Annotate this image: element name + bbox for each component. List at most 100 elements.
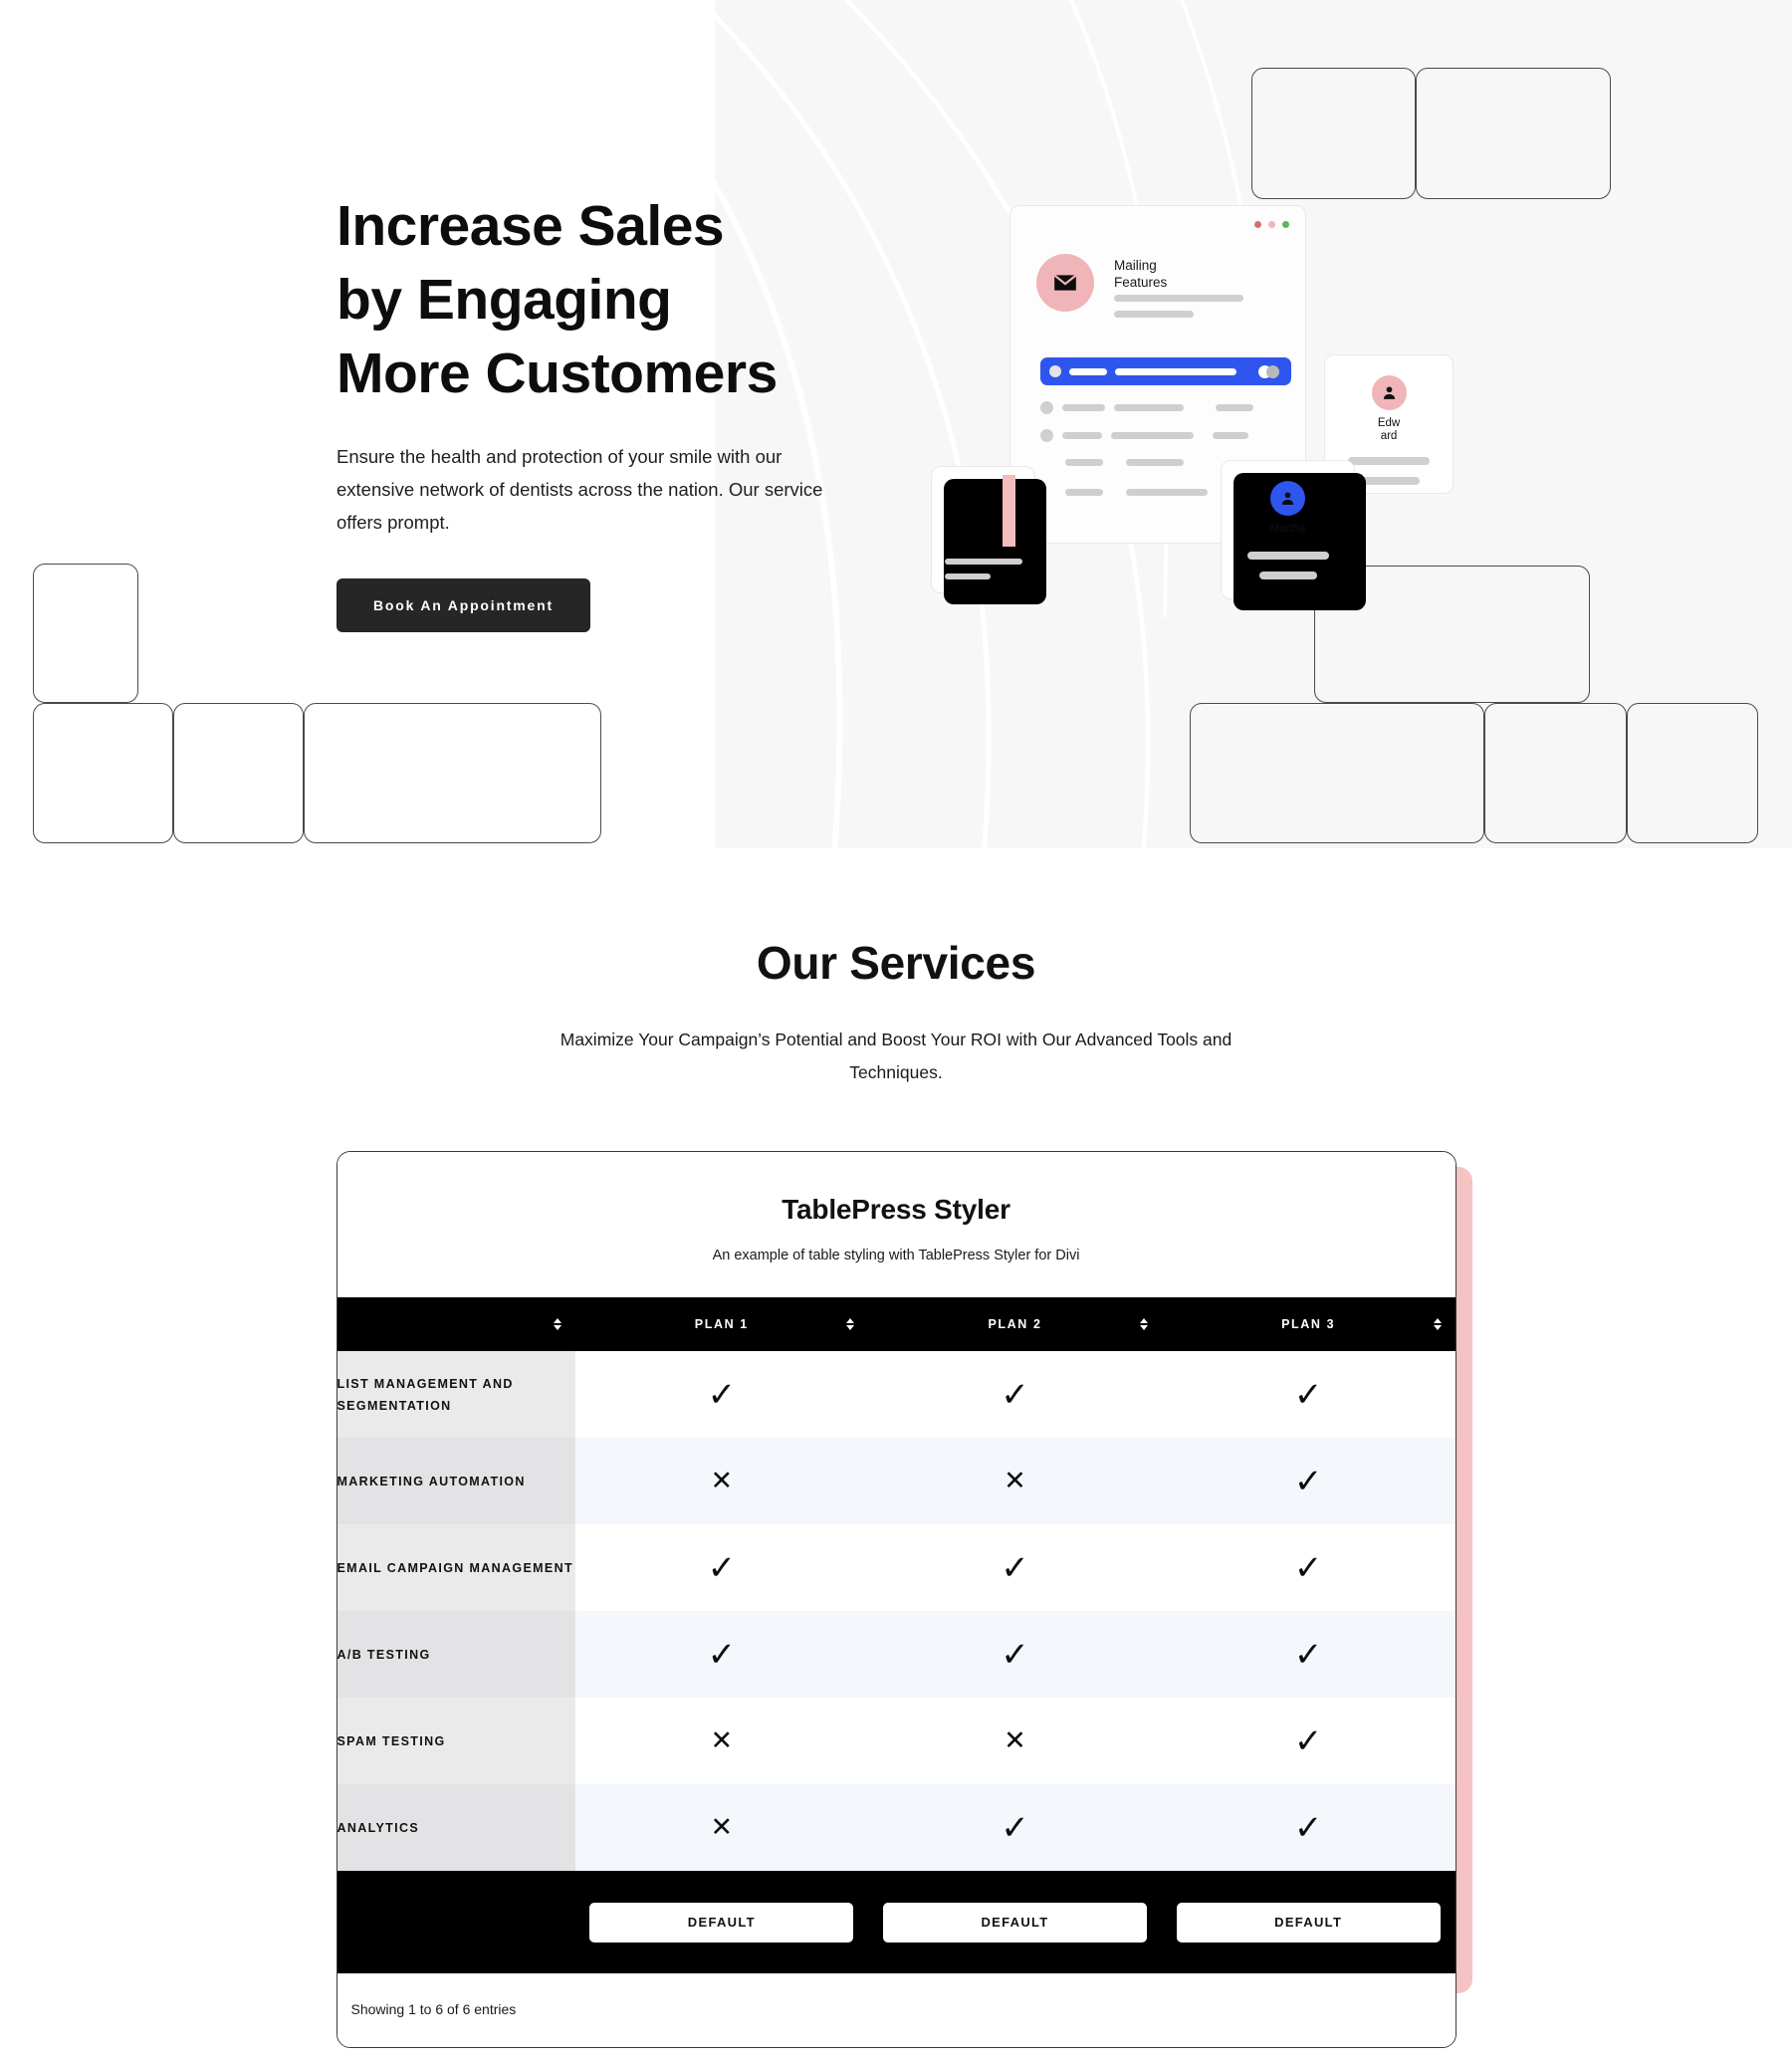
check-icon: ✓	[1001, 1635, 1029, 1674]
cross-icon: ✕	[1004, 1725, 1026, 1755]
table-row-label: MARKETING AUTOMATION	[336, 1438, 575, 1524]
placeholder-line	[1065, 459, 1103, 466]
cross-icon: ✕	[710, 1812, 734, 1842]
plan-2-default-button[interactable]: DEFAULT	[883, 1902, 1147, 1943]
footer-cell: DEFAULT	[1162, 1902, 1456, 1943]
table-cell-excluded: ✕	[574, 1698, 869, 1784]
table-cell-included: ✓	[868, 1611, 1162, 1698]
table-cell-included: ✓	[574, 1524, 869, 1611]
table-row: LIST MANAGEMENT AND SEGMENTATION ✓ ✓ ✓	[336, 1351, 1456, 1438]
plan-3-default-button[interactable]: DEFAULT	[1176, 1902, 1441, 1943]
window-dot-pink	[1268, 221, 1275, 228]
check-icon: ✓	[707, 1635, 737, 1674]
chevron-up-icon	[846, 1318, 855, 1323]
sort-icon[interactable]	[1433, 1318, 1442, 1330]
mailing-card-title: Mailing Features	[1114, 258, 1168, 290]
services-subtitle: Maximize Your Campaign’s Potential and B…	[560, 1030, 1232, 1082]
placeholder-line	[1114, 311, 1194, 318]
check-icon: ✓	[1001, 1375, 1029, 1414]
table-cell-included: ✓	[1161, 1698, 1456, 1784]
placeholder-line	[1069, 367, 1107, 375]
check-icon: ✓	[1001, 1808, 1029, 1847]
table-cell-excluded: ✕	[574, 1784, 869, 1871]
table-cell-included: ✓	[1161, 1524, 1456, 1611]
footer-cell: DEFAULT	[575, 1902, 869, 1943]
placeholder-line	[1213, 432, 1248, 439]
chevron-down-icon	[553, 1325, 561, 1330]
placeholder-line	[1114, 404, 1184, 411]
footer-cell: DEFAULT	[868, 1902, 1162, 1943]
table-cell-included: ✓	[868, 1784, 1162, 1871]
placeholder-line	[1358, 477, 1420, 485]
table-row: EMAIL CAMPAIGN MANAGEMENT ✓ ✓ ✓	[336, 1524, 1456, 1611]
chevron-down-icon	[1433, 1325, 1442, 1330]
table-footer-bar: DEFAULT DEFAULT DEFAULT	[336, 1871, 1456, 1973]
contact-name-martha: Martha	[1269, 523, 1306, 535]
column-header-plan-3[interactable]: PLAN 3	[1161, 1297, 1456, 1351]
table-row: MARKETING AUTOMATION ✕ ✕ ✓	[336, 1438, 1456, 1524]
check-icon: ✓	[1293, 1635, 1323, 1674]
illustration-contact-card-martha: Martha	[1221, 460, 1366, 610]
table-cell-excluded: ✕	[868, 1438, 1162, 1524]
mailing-card-header: Mailing Features	[1036, 254, 1243, 318]
contact-name-edward: Edw ard	[1377, 417, 1401, 442]
illustration-chart-card	[931, 466, 1046, 604]
row-bullet	[1040, 401, 1053, 414]
table-cell-included: ✓	[574, 1611, 869, 1698]
check-icon: ✓	[1293, 1721, 1323, 1760]
chevron-down-icon	[1139, 1325, 1148, 1330]
person-icon	[1371, 375, 1407, 410]
person-icon	[1270, 481, 1305, 516]
chevron-up-icon	[1139, 1318, 1148, 1323]
table-cell-excluded: ✕	[574, 1438, 869, 1524]
column-header-plan-2[interactable]: PLAN 2	[868, 1297, 1162, 1351]
placeholder-line	[1062, 404, 1105, 411]
chart-placeholder-line-2	[945, 573, 991, 579]
mailing-card-row	[1040, 429, 1248, 442]
column-header-plan-1[interactable]: PLAN 1	[574, 1297, 869, 1351]
check-icon: ✓	[707, 1548, 737, 1587]
row-toggle-track	[1266, 364, 1279, 378]
page-root: Increase Sales by Engaging More Customer…	[0, 0, 1792, 2059]
plan-1-default-button[interactable]: DEFAULT	[589, 1902, 854, 1943]
row-bullet	[1049, 365, 1061, 377]
mailing-card-highlight-row	[1040, 357, 1291, 385]
column-header-label: PLAN 2	[988, 1317, 1042, 1331]
window-dots	[1254, 221, 1289, 228]
table-cell-included: ✓	[868, 1524, 1162, 1611]
placeholder-line	[1111, 432, 1194, 439]
table-entries-info: Showing 1 to 6 of 6 entries	[336, 1973, 1456, 2047]
placeholder-line	[1114, 295, 1243, 302]
chevron-up-icon	[553, 1318, 561, 1323]
table-row-label: EMAIL CAMPAIGN MANAGEMENT	[336, 1524, 575, 1611]
sort-icon[interactable]	[846, 1318, 855, 1330]
services-section: Our Services Maximize Your Campaign’s Po…	[0, 848, 1792, 2048]
tablepress-wrapper: TablePress Styler An example of table st…	[336, 1151, 1472, 2048]
row-bullet	[1040, 429, 1053, 442]
table-cell-included: ✓	[574, 1351, 869, 1438]
check-icon: ✓	[1293, 1548, 1323, 1587]
table-cell-excluded: ✕	[868, 1698, 1162, 1784]
sort-icon[interactable]	[1139, 1318, 1148, 1330]
column-header-feature[interactable]	[336, 1297, 575, 1351]
chevron-down-icon	[846, 1325, 855, 1330]
placeholder-line	[1126, 489, 1208, 496]
check-icon: ✓	[1001, 1548, 1029, 1587]
table-row: ANALYTICS ✕ ✓ ✓	[336, 1784, 1456, 1871]
cross-icon: ✕	[1004, 1466, 1026, 1495]
hero-section: Increase Sales by Engaging More Customer…	[0, 0, 1792, 848]
table-header-row: PLAN 1 PLAN 2 PLAN 3	[336, 1297, 1456, 1351]
column-header-label: PLAN 1	[694, 1317, 749, 1331]
footer-button-group: DEFAULT DEFAULT DEFAULT	[575, 1902, 1456, 1943]
table-row-label: ANALYTICS	[336, 1784, 575, 1871]
check-icon: ✓	[707, 1375, 737, 1414]
services-title: Our Services	[756, 937, 1036, 989]
bar-chart-icon	[946, 475, 1015, 547]
placeholder-line	[1348, 457, 1430, 465]
table-row-label: SPAM TESTING	[336, 1698, 575, 1784]
window-dot-green	[1282, 221, 1289, 228]
sort-icon[interactable]	[553, 1318, 561, 1330]
check-icon: ✓	[1293, 1462, 1323, 1500]
comparison-table: PLAN 1 PLAN 2 PLAN 3 LIST MANAGEMENT AND…	[336, 1297, 1456, 1871]
table-row: SPAM TESTING ✕ ✕ ✓	[336, 1698, 1456, 1784]
